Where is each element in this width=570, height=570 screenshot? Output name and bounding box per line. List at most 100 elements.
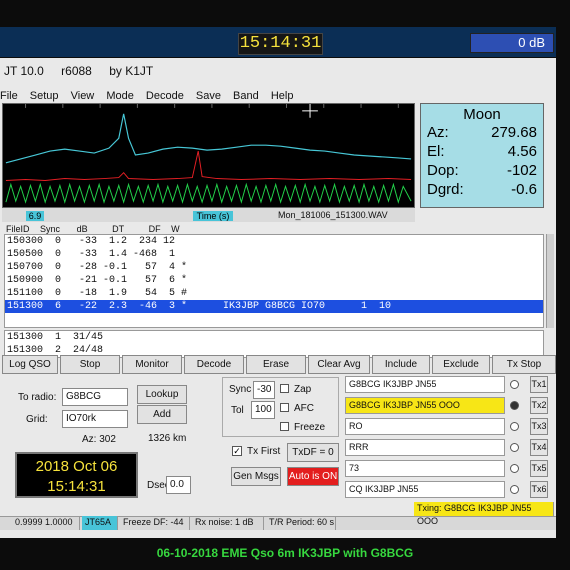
azimuth-text: Az: 302 [82,434,116,445]
tx2-message[interactable]: G8BCG IK3JBP JN55 OOO [345,397,505,414]
afc-label: AFC [294,403,314,414]
monitor-button[interactable]: Monitor [122,355,182,374]
average-row: 151300 1 31/45 [7,332,104,343]
tx6-radio[interactable] [510,485,519,494]
moon-title: Moon [463,106,501,123]
menu-band[interactable]: Band [233,90,259,102]
log-qso-button[interactable]: Log QSO [2,355,58,374]
moon-dgrd-label: Dgrd: [427,181,464,198]
moon-dop-label: Dop: [427,162,459,179]
average-list[interactable]: 151300 1 31/45 151300 2 24/48 [4,330,544,358]
col-df: DF [148,224,161,234]
txdf-button[interactable]: TxDF = 0 [287,443,339,462]
tx3-radio[interactable] [510,422,519,431]
gen-msgs-button[interactable]: Gen Msgs [231,467,281,486]
big-clock: 2018 Oct 06 15:14:31 [15,452,138,498]
tx1-message[interactable]: G8BCG IK3JBP JN55 [345,376,505,393]
to-radio-field[interactable]: G8BCG [62,388,128,406]
status-levels: 0.9999 1.0000 [12,516,80,530]
freeze-label: Freeze [294,422,326,433]
exclude-button[interactable]: Exclude [432,355,490,374]
table-row-selected[interactable]: 151300 6 -22 2.3 -46 3 * IK3JBP G8BCG IO… [5,300,543,313]
table-row[interactable]: 150300 0 -33 1.2 234 12 [5,235,543,248]
spectrum-display[interactable] [2,103,415,208]
tx3-button[interactable]: Tx3 [530,418,548,435]
frequency-readout: 6.9 [26,211,44,221]
moon-dop-value: -102 [506,162,537,179]
distance-text: 1326 km [148,433,187,444]
col-db: dB [76,224,88,234]
include-button[interactable]: Include [372,355,430,374]
clear-avg-button[interactable]: Clear Avg [308,355,370,374]
col-dt: DT [112,224,125,234]
lookup-button[interactable]: Lookup [137,385,187,404]
tx-stop-button[interactable]: Tx Stop [492,355,556,374]
menu-bar: File Setup View Mode Decode Save Band He… [0,90,302,102]
tx1-radio[interactable] [510,380,519,389]
tx1-button[interactable]: Tx1 [530,376,548,393]
spectrum-green-trace [5,182,412,204]
tx2-button[interactable]: Tx2 [530,397,548,414]
app-title: JT 10.0 [4,64,44,78]
tx5-message[interactable]: 73 [345,460,505,477]
menu-view[interactable]: View [71,90,95,102]
tx-first-label: Tx First [247,446,281,457]
grid-field[interactable]: IO70rk [62,410,128,428]
tx3-message[interactable]: RO [345,418,505,435]
control-buttons: Log QSO Stop Monitor Decode Erase Clear … [2,355,556,374]
menu-decode[interactable]: Decode [146,90,184,102]
menu-help[interactable]: Help [271,90,294,102]
tx2-radio[interactable] [510,401,519,410]
erase-button[interactable]: Erase [246,355,306,374]
status-rx-noise: Rx noise: 1 dB [192,516,264,530]
dsec-field[interactable]: 0.0 [166,476,191,494]
moon-az-value: 279.68 [491,124,537,141]
col-w: W [171,224,180,234]
zap-checkbox[interactable] [280,384,289,393]
freeze-checkbox[interactable] [280,422,289,431]
tx5-button[interactable]: Tx5 [530,460,548,477]
moon-el-label: El: [427,143,445,160]
grid-label: Grid: [26,414,48,425]
spectrum-cyan-trace [5,113,412,164]
decode-scrollbar[interactable] [546,234,554,328]
add-button[interactable]: Add [137,405,187,424]
afc-checkbox[interactable] [280,403,289,412]
tx5-radio[interactable] [510,464,519,473]
tx-first-checkbox[interactable]: ✓ [232,446,242,456]
tx6-message[interactable]: CQ IK3JBP JN55 [345,481,505,498]
table-row[interactable]: 151100 0 -18 1.9 54 5 # [5,287,543,300]
stop-button[interactable]: Stop [60,355,120,374]
col-sync: Sync [40,224,61,234]
to-radio-label: To radio: [18,392,57,403]
time-axis-label: Time (s) [193,211,233,221]
menu-setup[interactable]: Setup [30,90,59,102]
moon-el-value: 4.56 [507,143,537,160]
auto-button[interactable]: Auto is ON [287,467,339,486]
tol-label: Tol [231,405,244,416]
tx4-radio[interactable] [510,443,519,452]
moon-dgrd-value: -0.6 [511,181,537,198]
menu-save[interactable]: Save [196,90,221,102]
menu-mode[interactable]: Mode [106,90,134,102]
status-mode: JT65A [82,516,118,530]
table-row[interactable]: 150700 0 -28 -0.1 57 4 * [5,261,543,274]
menu-file[interactable]: File [0,90,18,102]
tx4-message[interactable]: RRR [345,439,505,456]
app-revision: r6088 [61,64,92,78]
clock-date: 2018 Oct 06 [35,458,118,475]
table-row[interactable]: 150900 0 -21 -0.1 57 6 * [5,274,543,287]
tx6-button[interactable]: Tx6 [530,481,548,498]
tol-field[interactable]: 100 [251,401,275,419]
wav-filename: Mon_181006_151300.WAV [278,210,388,220]
sync-field[interactable]: -30 [253,381,275,399]
decode-button[interactable]: Decode [184,355,244,374]
clock-time: 15:14:31 [47,478,106,495]
col-fileid: FileID [6,224,30,234]
status-tr-period: T/R Period: 60 s [266,516,336,530]
title-bar: JT 10.0 r6088 by K1JT [4,64,167,78]
table-row[interactable]: 150500 0 -33 1.4 -468 1 [5,248,543,261]
moon-az-label: Az: [427,124,449,141]
decode-list[interactable]: 150300 0 -33 1.2 234 12 150500 0 -33 1.4… [4,234,544,328]
tx4-button[interactable]: Tx4 [530,439,548,456]
